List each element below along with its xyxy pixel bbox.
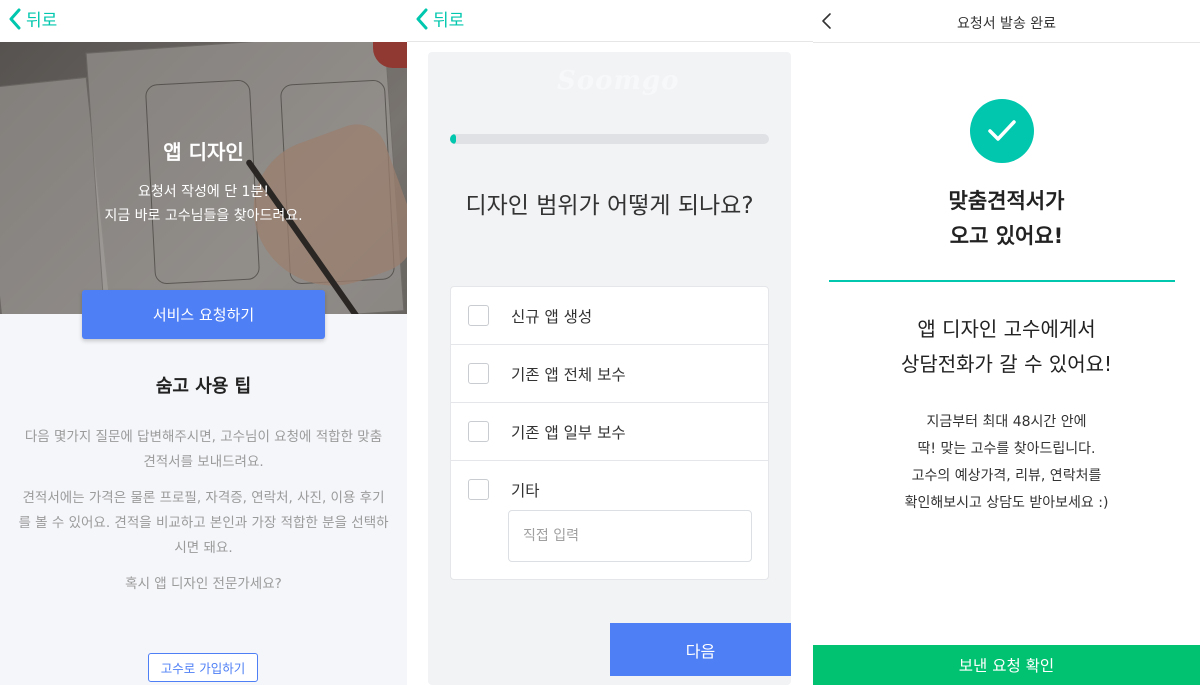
message: 앱 디자인 고수에게서 상담전화가 갈 수 있어요!	[813, 312, 1200, 382]
hero-subtitle-line: 지금 바로 고수님들을 찾아드려요.	[104, 208, 303, 224]
top-bar: 뒤로	[407, 0, 813, 42]
detail-line: 지금부터 최대 48시간 안에	[926, 414, 1087, 430]
checkbox-icon[interactable]	[468, 363, 489, 384]
option-new-app[interactable]: 신규 앱 생성	[451, 287, 768, 345]
back-button[interactable]: 뒤로	[8, 6, 57, 31]
join-as-pro-button[interactable]: 고수로 가입하기	[148, 653, 258, 682]
checkbox-icon[interactable]	[468, 479, 489, 500]
hero-subtitle: 요청서 작성에 단 1분! 지금 바로 고수님들을 찾아드려요.	[0, 180, 407, 228]
detail-line: 고수의 예상가격, 리뷰, 연락처를	[911, 468, 1102, 484]
check-icon	[988, 120, 1016, 141]
request-service-button[interactable]: 서비스 요청하기	[82, 290, 325, 339]
headline-line: 맞춤견적서가	[948, 189, 1065, 213]
progress-fill	[450, 134, 457, 144]
detail-text: 지금부터 최대 48시간 안에 딱! 맞는 고수를 찾아드립니다. 고수의 예상…	[813, 409, 1200, 517]
top-bar: 뒤로	[0, 0, 407, 42]
option-label: 기존 앱 전체 보수	[511, 366, 626, 384]
tips-paragraph: 견적서에는 가격은 물론 프로필, 자격증, 연락처, 사진, 이용 후기를 볼…	[18, 490, 389, 556]
checkbox-icon[interactable]	[468, 421, 489, 442]
next-button[interactable]: 다음	[610, 623, 791, 676]
page-title: 요청서 발송 완료	[956, 16, 1057, 32]
message-line: 상담전화가 갈 수 있어요!	[900, 352, 1113, 376]
confirm-sent-request-button[interactable]: 보낸 요청 확인	[813, 645, 1200, 685]
back-button[interactable]: 뒤로	[415, 6, 464, 31]
headline: 맞춤견적서가 오고 있어요!	[813, 184, 1200, 254]
options-list: 신규 앱 생성 기존 앱 전체 보수 기존 앱 일부 보수 기타	[450, 286, 769, 580]
checkbox-icon[interactable]	[468, 305, 489, 326]
option-label: 신규 앱 생성	[511, 308, 593, 326]
request-sent-screen: 요청서 발송 완료 맞춤견적서가 오고 있어요! 앱 디자인 고수에게서 상담전…	[813, 0, 1200, 685]
hero-title: 앱 디자인	[163, 140, 244, 164]
detail-line: 딱! 맞는 고수를 찾아드립니다.	[917, 441, 1096, 457]
hero-image	[0, 42, 407, 314]
chevron-left-icon	[416, 8, 428, 29]
headline-line: 오고 있어요!	[949, 224, 1064, 248]
service-intro-screen: 뒤로 앱 디자인 요청서 작성에 단 1분! 지금 바로 고수님들을 찾아드려요…	[0, 0, 407, 685]
progress-bar	[450, 134, 769, 144]
question-title: 디자인 범위가 어떻게 되나요?	[465, 193, 754, 219]
option-partial-renovation[interactable]: 기존 앱 일부 보수	[451, 403, 768, 461]
hero-overlay	[0, 42, 407, 314]
option-label: 기타	[511, 482, 540, 500]
screenshot-collage: 뒤로 앱 디자인 요청서 작성에 단 1분! 지금 바로 고수님들을 찾아드려요…	[0, 0, 1200, 685]
tips-title: 숨고 사용 팁	[155, 376, 252, 397]
top-bar: 요청서 발송 완료	[813, 0, 1200, 43]
brand-watermark: Soomgo	[557, 66, 680, 96]
back-label: 뒤로	[433, 11, 465, 31]
question-screen: 뒤로 Soomgo 디자인 범위가 어떻게 되나요? 신규 앱 생성 기존 앱 …	[407, 0, 813, 685]
option-full-renovation[interactable]: 기존 앱 전체 보수	[451, 345, 768, 403]
other-text-input[interactable]	[508, 510, 752, 562]
chevron-left-icon	[9, 8, 21, 29]
back-label: 뒤로	[26, 11, 58, 31]
divider	[829, 280, 1175, 282]
message-line: 앱 디자인 고수에게서	[917, 317, 1096, 341]
detail-line: 확인해보시고 상담도 받아보세요 :)	[904, 495, 1109, 511]
tips-paragraph: 다음 몇가지 질문에 답변해주시면, 고수님이 요청에 적합한 맞춤 견적서를 …	[24, 429, 383, 470]
tips-paragraph: 혹시 앱 디자인 전문가세요?	[125, 576, 282, 592]
hero-subtitle-line: 요청서 작성에 단 1분!	[138, 184, 269, 200]
success-badge	[970, 99, 1034, 163]
option-label: 기존 앱 일부 보수	[511, 424, 626, 442]
